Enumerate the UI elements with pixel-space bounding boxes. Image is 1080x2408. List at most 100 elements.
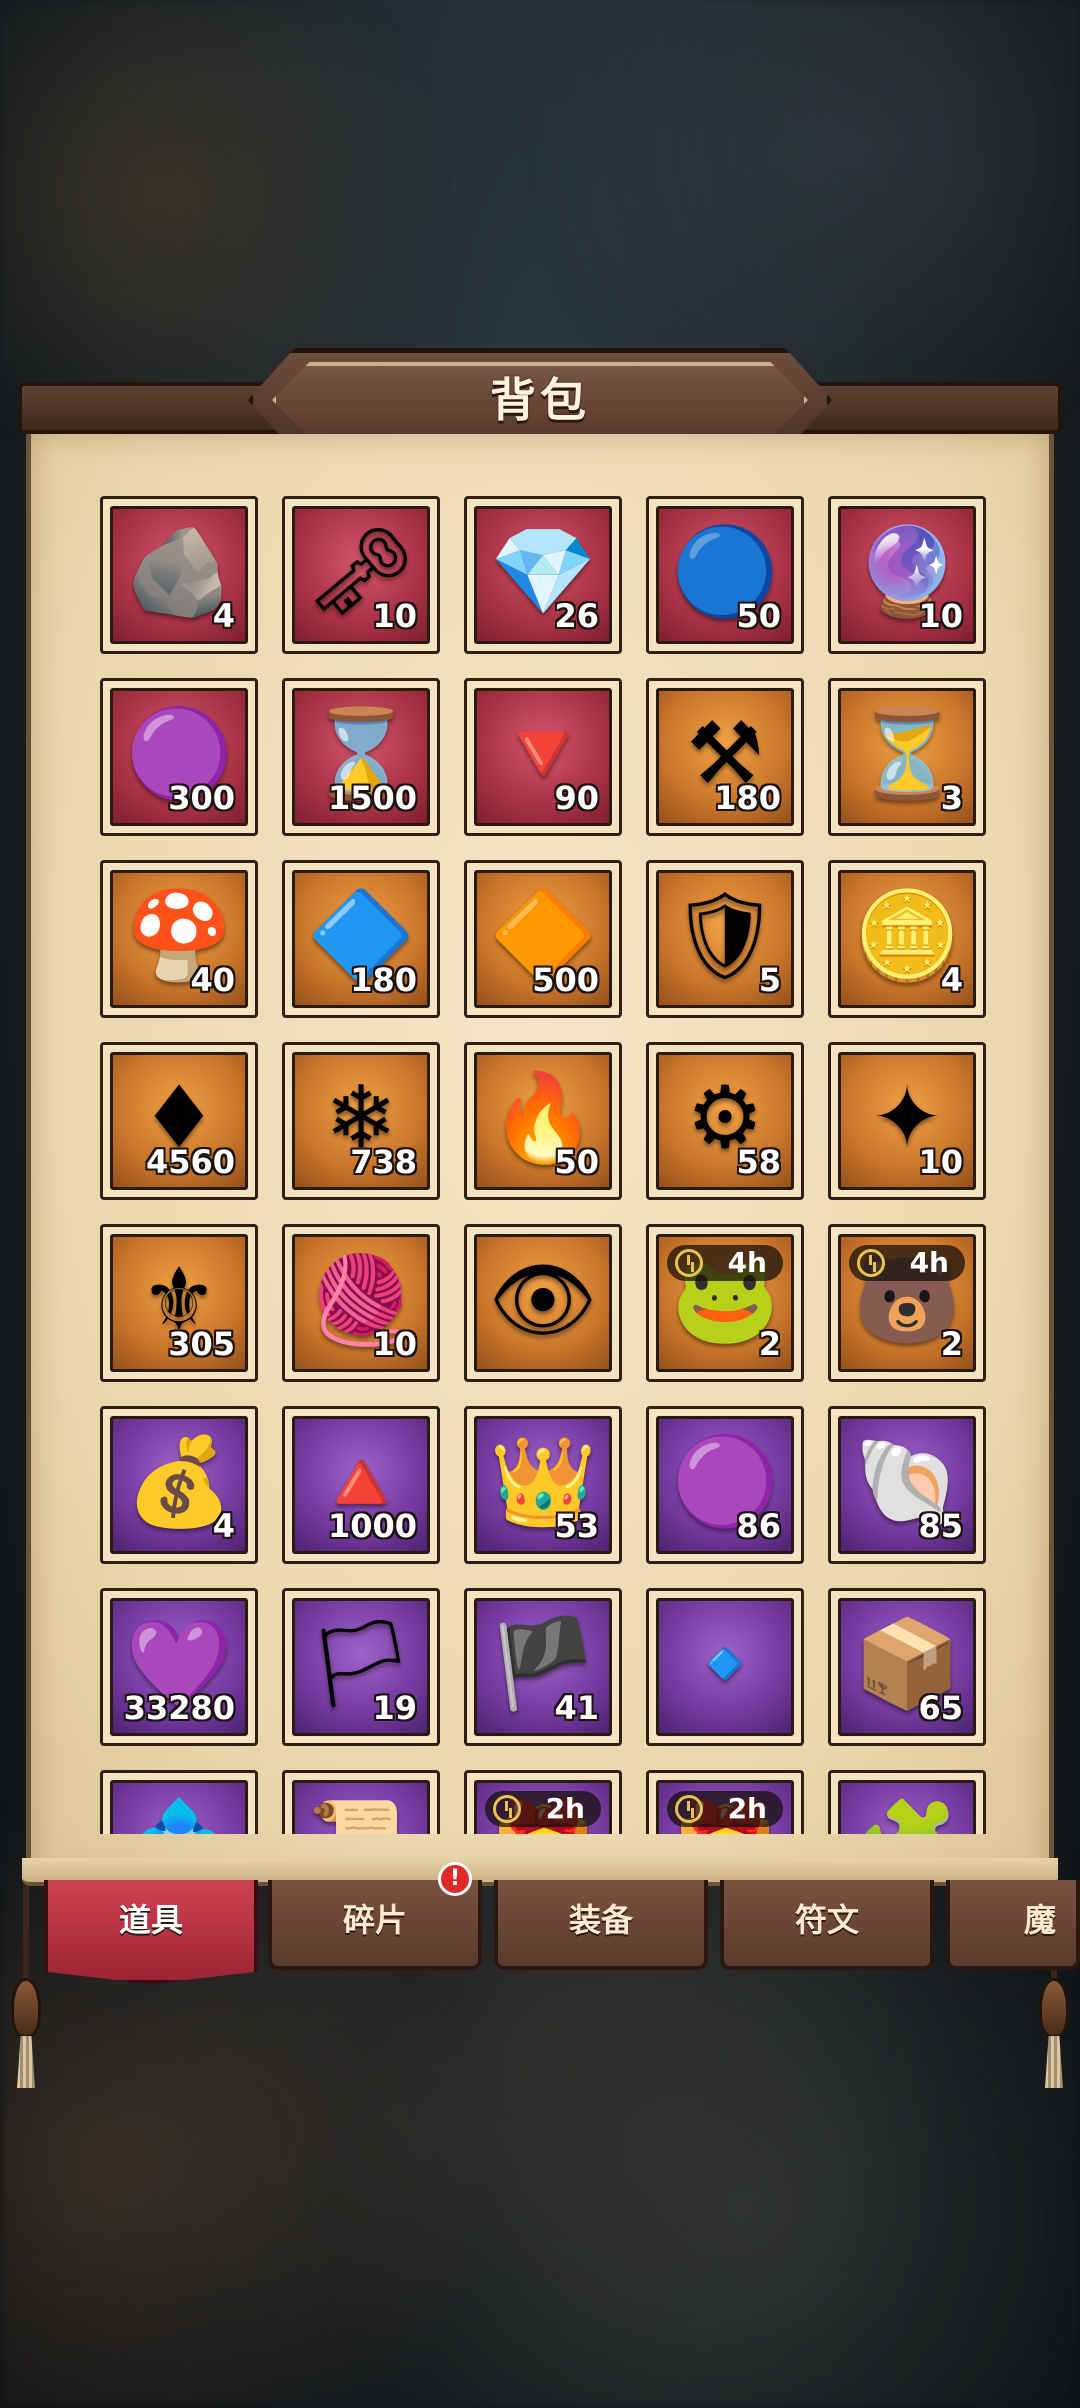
timer-text: 4h	[727, 1246, 767, 1279]
timer-badge: 2h	[667, 1791, 783, 1827]
item-quantity: 85	[918, 1507, 963, 1545]
item-frame: 🧶 10	[292, 1234, 430, 1372]
item-frame: 💰 4	[110, 1416, 248, 1554]
inventory-slot[interactable]: 🧩	[828, 1770, 986, 1834]
inventory-slot[interactable]: 🐻 4h 2	[828, 1224, 986, 1382]
inventory-slot[interactable]: 🔶 500	[464, 860, 622, 1018]
item-frame: 🟣 86	[656, 1416, 794, 1554]
inventory-slot[interactable]: 💠	[100, 1770, 258, 1834]
notification-badge: !	[438, 1862, 472, 1896]
inventory-slot[interactable]: 🔮 10	[828, 496, 986, 654]
item-frame: 🔷 180	[292, 870, 430, 1008]
inventory-slot[interactable]: 💜 33280	[100, 1588, 258, 1746]
inventory-slot[interactable]: 🪙 4	[828, 860, 986, 1018]
inventory-slot[interactable]: 👁	[464, 1224, 622, 1382]
item-frame: 💎 26	[474, 506, 612, 644]
inventory-slot[interactable]: 🐚 85	[828, 1406, 986, 1564]
inventory-slot[interactable]: 📦 65	[828, 1588, 986, 1746]
inventory-slot[interactable]: 🔷 180	[282, 860, 440, 1018]
item-quantity: 2	[940, 1325, 963, 1363]
item-quantity: 5	[758, 961, 781, 999]
inventory-grid[interactable]: 🪨 4 🗝 10 💎 26 🔵 50 🔮 10 🟣 300 ⌛ 1500 🔻 90 ⚒ 180 ⏳ 3 🍄 40 🔷 180 🔶…	[60, 488, 1020, 1834]
item-quantity: 3	[940, 779, 963, 817]
inventory-slot[interactable]: 🟣 300	[100, 678, 258, 836]
item-quantity: 50	[736, 597, 781, 635]
inventory-slot[interactable]: ⚜ 305	[100, 1224, 258, 1382]
item-quantity: 300	[168, 779, 235, 817]
item-frame: 🔺 1000	[292, 1416, 430, 1554]
item-quantity: 1500	[327, 779, 417, 817]
inventory-slot[interactable]: 🏳 19	[282, 1588, 440, 1746]
inventory-slot[interactable]: 🏴 41	[464, 1588, 622, 1746]
inventory-slot[interactable]: 📜	[282, 1770, 440, 1834]
item-frame: ⚜ 305	[110, 1234, 248, 1372]
item-frame: 🔶 500	[474, 870, 612, 1008]
inventory-slot[interactable]: 🛡 5	[646, 860, 804, 1018]
item-quantity: 180	[714, 779, 781, 817]
inventory-slot[interactable]: 🗝 10	[282, 496, 440, 654]
item-frame: 👑 53	[474, 1416, 612, 1554]
timer-badge: 2h	[485, 1791, 601, 1827]
inventory-slot[interactable]: 💎 26	[464, 496, 622, 654]
item-frame: 🏴 41	[474, 1598, 612, 1736]
inventory-slot[interactable]: ⚙ 58	[646, 1042, 804, 1200]
inventory-slot[interactable]: 🎁2h	[646, 1770, 804, 1834]
inventory-slot[interactable]: 🍄 40	[100, 860, 258, 1018]
inventory-slot[interactable]: 🔹	[646, 1588, 804, 1746]
inventory-slot[interactable]: 🧶 10	[282, 1224, 440, 1382]
item-frame: 🎁2h	[656, 1780, 794, 1834]
item-frame: 📜	[292, 1780, 430, 1834]
left-tassel-cord	[23, 1870, 29, 1980]
tab-equipment[interactable]: 装备	[494, 1880, 708, 1970]
item-quantity: 65	[918, 1689, 963, 1727]
crystal-pile-icon: 💠	[113, 1791, 245, 1834]
tab-magic[interactable]: 魔	[946, 1880, 1080, 1970]
timer-badge: 4h	[849, 1245, 965, 1281]
inventory-slot[interactable]: 🔵 50	[646, 496, 804, 654]
item-quantity: 86	[736, 1507, 781, 1545]
inventory-slot[interactable]: ⌛ 1500	[282, 678, 440, 836]
inventory-slot[interactable]: 🎁2h	[464, 1770, 622, 1834]
item-frame: 🔹	[656, 1598, 794, 1736]
inventory-slot[interactable]: 🟣 86	[646, 1406, 804, 1564]
item-frame: 👁	[474, 1234, 612, 1372]
item-quantity: 41	[554, 1689, 599, 1727]
timer-text: 2h	[545, 1792, 585, 1825]
blue-puzzle-chest-icon: 🧩	[841, 1791, 973, 1834]
item-quantity: 19	[372, 1689, 417, 1727]
item-frame: 🏳 19	[292, 1598, 430, 1736]
inventory-slot[interactable]: 🔥 50	[464, 1042, 622, 1200]
item-frame: 🪨 4	[110, 506, 248, 644]
inventory-slot[interactable]: ♦ 4560	[100, 1042, 258, 1200]
item-frame: ❄ 738	[292, 1052, 430, 1190]
item-quantity: 90	[554, 779, 599, 817]
inventory-slot[interactable]: 🪨 4	[100, 496, 258, 654]
blue-diamond-icon: 🔹	[671, 1614, 779, 1714]
timer-text: 2h	[727, 1792, 767, 1825]
item-quantity: 2	[758, 1325, 781, 1363]
item-frame: 💠	[110, 1780, 248, 1834]
tab-runes[interactable]: 符文	[720, 1880, 934, 1970]
inventory-slot[interactable]: ⚒ 180	[646, 678, 804, 836]
tab-items[interactable]: 道具	[44, 1880, 258, 1984]
item-quantity: 58	[736, 1143, 781, 1181]
item-quantity: 50	[554, 1143, 599, 1181]
item-frame: 📦 65	[838, 1598, 976, 1736]
inventory-slot[interactable]: 💰 4	[100, 1406, 258, 1564]
item-frame: 🍄 40	[110, 870, 248, 1008]
right-tassel-knob	[1039, 1978, 1069, 2038]
item-frame: 🛡 5	[656, 870, 794, 1008]
item-frame: 💜 33280	[110, 1598, 248, 1736]
item-frame: 🐻 4h 2	[838, 1234, 976, 1372]
inventory-slot[interactable]: 🔻 90	[464, 678, 622, 836]
item-frame: 🟣 300	[110, 688, 248, 826]
inventory-slot[interactable]: ❄ 738	[282, 1042, 440, 1200]
item-frame: ⏳ 3	[838, 688, 976, 826]
inventory-slot[interactable]: ✦ 10	[828, 1042, 986, 1200]
inventory-slot[interactable]: ⏳ 3	[828, 678, 986, 836]
inventory-slot[interactable]: 👑 53	[464, 1406, 622, 1564]
inventory-slot[interactable]: 🐸 4h 2	[646, 1224, 804, 1382]
item-quantity: 40	[190, 961, 235, 999]
inventory-slot[interactable]: 🔺 1000	[282, 1406, 440, 1564]
item-quantity: 738	[350, 1143, 417, 1181]
